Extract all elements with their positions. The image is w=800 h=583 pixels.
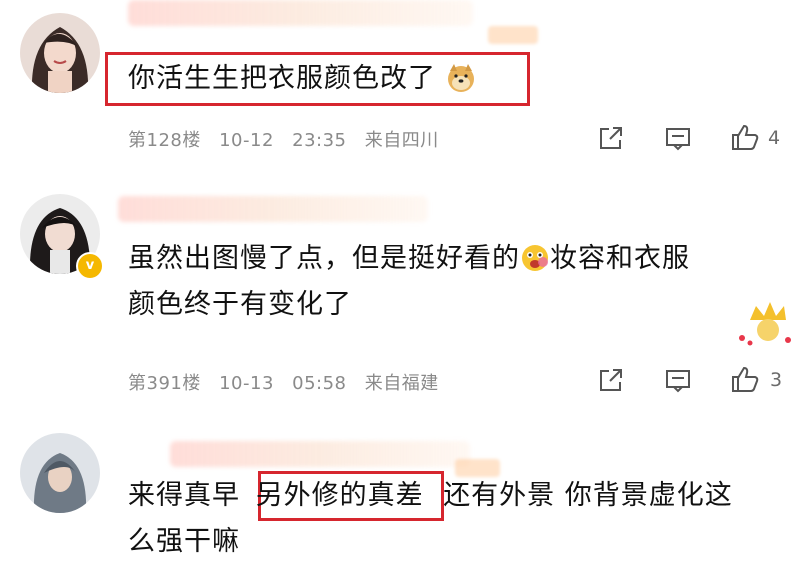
comment-item: 来得真早 另外修的真差 还有外景 你背景虚化这 么强干嘛 [0,415,800,583]
comment-body: 来得真早 [128,480,240,511]
comment-location: 来自福建 [364,373,439,394]
username-blurred[interactable] [118,196,428,222]
doge-emoji [446,62,476,92]
comment-body-cont: 还有外景 你背景虚化这 [443,480,733,511]
comment-icon[interactable] [664,366,692,394]
like-icon[interactable] [730,364,759,392]
comment-body-cont: 妆容和衣服 [550,243,690,274]
comment-text: 你活生生把衣服颜色改了 [128,56,476,102]
comment-text: 来得真早 另外修的真差 还有外景 你背景虚化这 么强干嘛 [128,473,733,565]
comment-date: 10-12 [219,130,274,151]
share-icon[interactable] [597,124,625,152]
comment-text: 虽然出图慢了点，但是挺好看的 妆容和衣服 颜色终于有变化了 [128,236,690,328]
comment-date: 10-13 [219,373,274,394]
comment-line-2: 颜色终于有变化了 [128,289,352,320]
comment-line-2: 么强干嘛 [128,526,240,557]
comment-item: v 虽然出图慢了点，但是挺好看的 妆容和衣服 颜色终于有变化了 第391楼 10… [0,190,800,415]
crown-sticker [736,298,796,348]
username-blurred[interactable] [170,441,470,467]
member-tag-blurred [488,26,538,44]
floor-number: 第128楼 [128,130,201,151]
username-blurred[interactable] [128,0,473,26]
share-icon[interactable] [597,366,625,394]
verified-badge-icon: v [76,252,104,280]
avatar[interactable] [20,13,100,93]
comment-meta: 第391楼 10-13 05:58 来自福建 [128,369,451,395]
like-icon[interactable] [730,122,759,150]
comment-item: 你活生生把衣服颜色改了 第128楼 10-12 23:35 来自四川 4 [0,0,800,190]
highlighted-text: 另外修的真差 [255,480,424,511]
like-count: 4 [768,127,781,149]
comment-body: 你活生生把衣服颜色改了 [128,63,436,94]
comment-line-1: 虽然出图慢了点，但是挺好看的 妆容和衣服 [128,236,690,282]
comment-body: 虽然出图慢了点，但是挺好看的 [128,243,520,274]
comment-time: 23:35 [292,130,347,151]
comment-location: 来自四川 [364,130,439,151]
comment-line-1: 来得真早 另外修的真差 还有外景 你背景虚化这 [128,473,733,519]
comment-time: 05:58 [292,373,347,394]
comment-meta: 第128楼 10-12 23:35 来自四川 [128,126,451,152]
smiley-emoji [520,242,550,272]
comment-icon[interactable] [664,124,692,152]
like-count: 3 [770,369,783,391]
avatar[interactable] [20,433,100,513]
floor-number: 第391楼 [128,373,201,394]
